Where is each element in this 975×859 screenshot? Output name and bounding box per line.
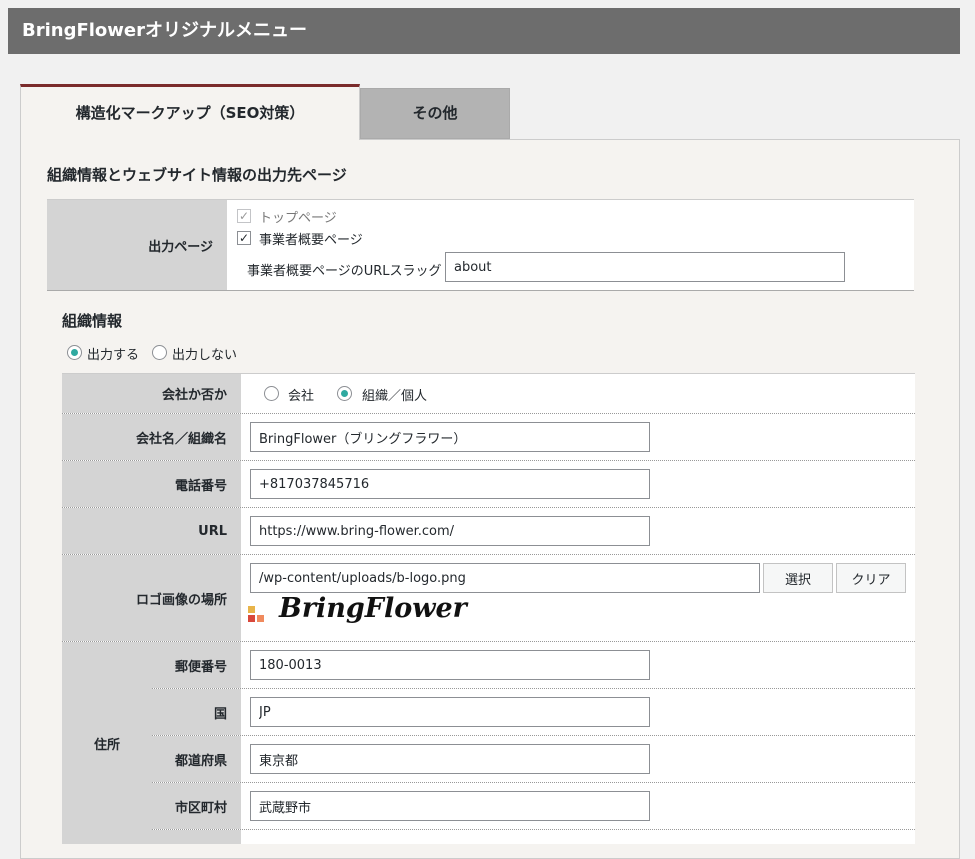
country-cell — [241, 689, 915, 735]
company-overview-checkbox[interactable]: ✓ — [237, 231, 251, 245]
prefecture-cell — [241, 736, 915, 782]
logo-path-input[interactable] — [250, 563, 760, 593]
url-label: URL — [62, 508, 241, 554]
select-logo-button[interactable]: 選択 — [763, 563, 833, 593]
output-page-label: 出力ページ — [47, 200, 227, 290]
top-page-label: トップページ — [259, 211, 337, 226]
prefecture-input[interactable] — [250, 744, 650, 774]
settings-panel: 組織情報とウェブサイト情報の出力先ページ 出力ページ ✓ トップページ ✓ 事業… — [20, 139, 960, 859]
postal-row: 郵便番号 — [152, 642, 915, 689]
output-no-radio[interactable] — [152, 345, 167, 360]
prefecture-row: 都道府県 — [152, 736, 915, 783]
company-type-cell: 会社 組織／個人 — [241, 374, 915, 413]
country-input[interactable] — [250, 697, 650, 727]
company-name-row: 会社名／組織名 — [62, 414, 915, 461]
city-input[interactable] — [250, 791, 650, 821]
next-address-label — [152, 830, 241, 844]
top-page-checkbox[interactable]: ✓ — [237, 209, 251, 223]
logo-label: ロゴ画像の場所 — [62, 555, 241, 641]
logo-row: ロゴ画像の場所 選択 クリア BringFlower — [62, 555, 915, 642]
url-slug-label: 事業者概要ページのURLスラッグ — [247, 264, 442, 279]
logo-cell: 選択 クリア BringFlower — [241, 555, 915, 641]
output-page-table: 出力ページ ✓ トップページ ✓ 事業者概要ページ 事業者概要ページのURLスラ… — [47, 199, 914, 291]
logo-flower-icon — [248, 606, 264, 622]
url-slug-input[interactable] — [445, 252, 845, 282]
company-overview-label: 事業者概要ページ — [259, 233, 363, 248]
company-option-label: 会社 — [288, 389, 315, 404]
url-input[interactable] — [250, 516, 650, 546]
city-cell — [241, 783, 915, 829]
output-yes-label: 出力する — [87, 348, 140, 363]
clear-logo-button[interactable]: クリア — [836, 563, 906, 593]
city-label: 市区町村 — [152, 783, 241, 829]
postal-cell — [241, 642, 915, 688]
company-name-input[interactable] — [250, 422, 650, 452]
city-row: 市区町村 — [152, 783, 915, 830]
output-no-label: 出力しない — [172, 348, 238, 363]
tab-other[interactable]: その他 — [360, 88, 510, 139]
org-individual-radio[interactable] — [337, 386, 352, 401]
phone-cell — [241, 461, 915, 507]
company-name-label: 会社名／組織名 — [62, 414, 241, 460]
output-yes-radio[interactable] — [67, 345, 82, 360]
company-type-label: 会社か否か — [62, 374, 241, 413]
country-label: 国 — [152, 689, 241, 735]
page-title: BringFlowerオリジナルメニュー — [8, 8, 960, 54]
country-row: 国 — [152, 689, 915, 736]
next-address-row — [152, 830, 915, 844]
address-group-label: 住所 — [62, 642, 152, 844]
output-section-title: 組織情報とウェブサイト情報の出力先ページ — [47, 166, 347, 184]
company-name-cell — [241, 414, 915, 460]
phone-input[interactable] — [250, 469, 650, 499]
postal-input[interactable] — [250, 650, 650, 680]
company-radio[interactable] — [264, 386, 279, 401]
org-info-table: 会社か否か 会社 組織／個人 会社名／組織名 電話番号 URL — [62, 373, 915, 844]
url-row: URL — [62, 508, 915, 555]
url-cell — [241, 508, 915, 554]
logo-image: BringFlower — [279, 593, 467, 624]
output-page-row: 出力ページ ✓ トップページ ✓ 事業者概要ページ 事業者概要ページのURLスラ… — [47, 200, 914, 290]
output-page-cell: ✓ トップページ ✓ 事業者概要ページ 事業者概要ページのURLスラッグ — [227, 200, 914, 290]
org-section-title: 組織情報 — [62, 312, 123, 330]
tab-structured-markup[interactable]: 構造化マークアップ（SEO対策） — [20, 84, 360, 140]
company-type-row: 会社か否か 会社 組織／個人 — [62, 374, 915, 414]
org-individual-option-label: 組織／個人 — [362, 389, 428, 404]
prefecture-label: 都道府県 — [152, 736, 241, 782]
next-address-cell — [241, 830, 915, 844]
postal-label: 郵便番号 — [152, 642, 241, 688]
phone-row: 電話番号 — [62, 461, 915, 508]
phone-label: 電話番号 — [62, 461, 241, 507]
